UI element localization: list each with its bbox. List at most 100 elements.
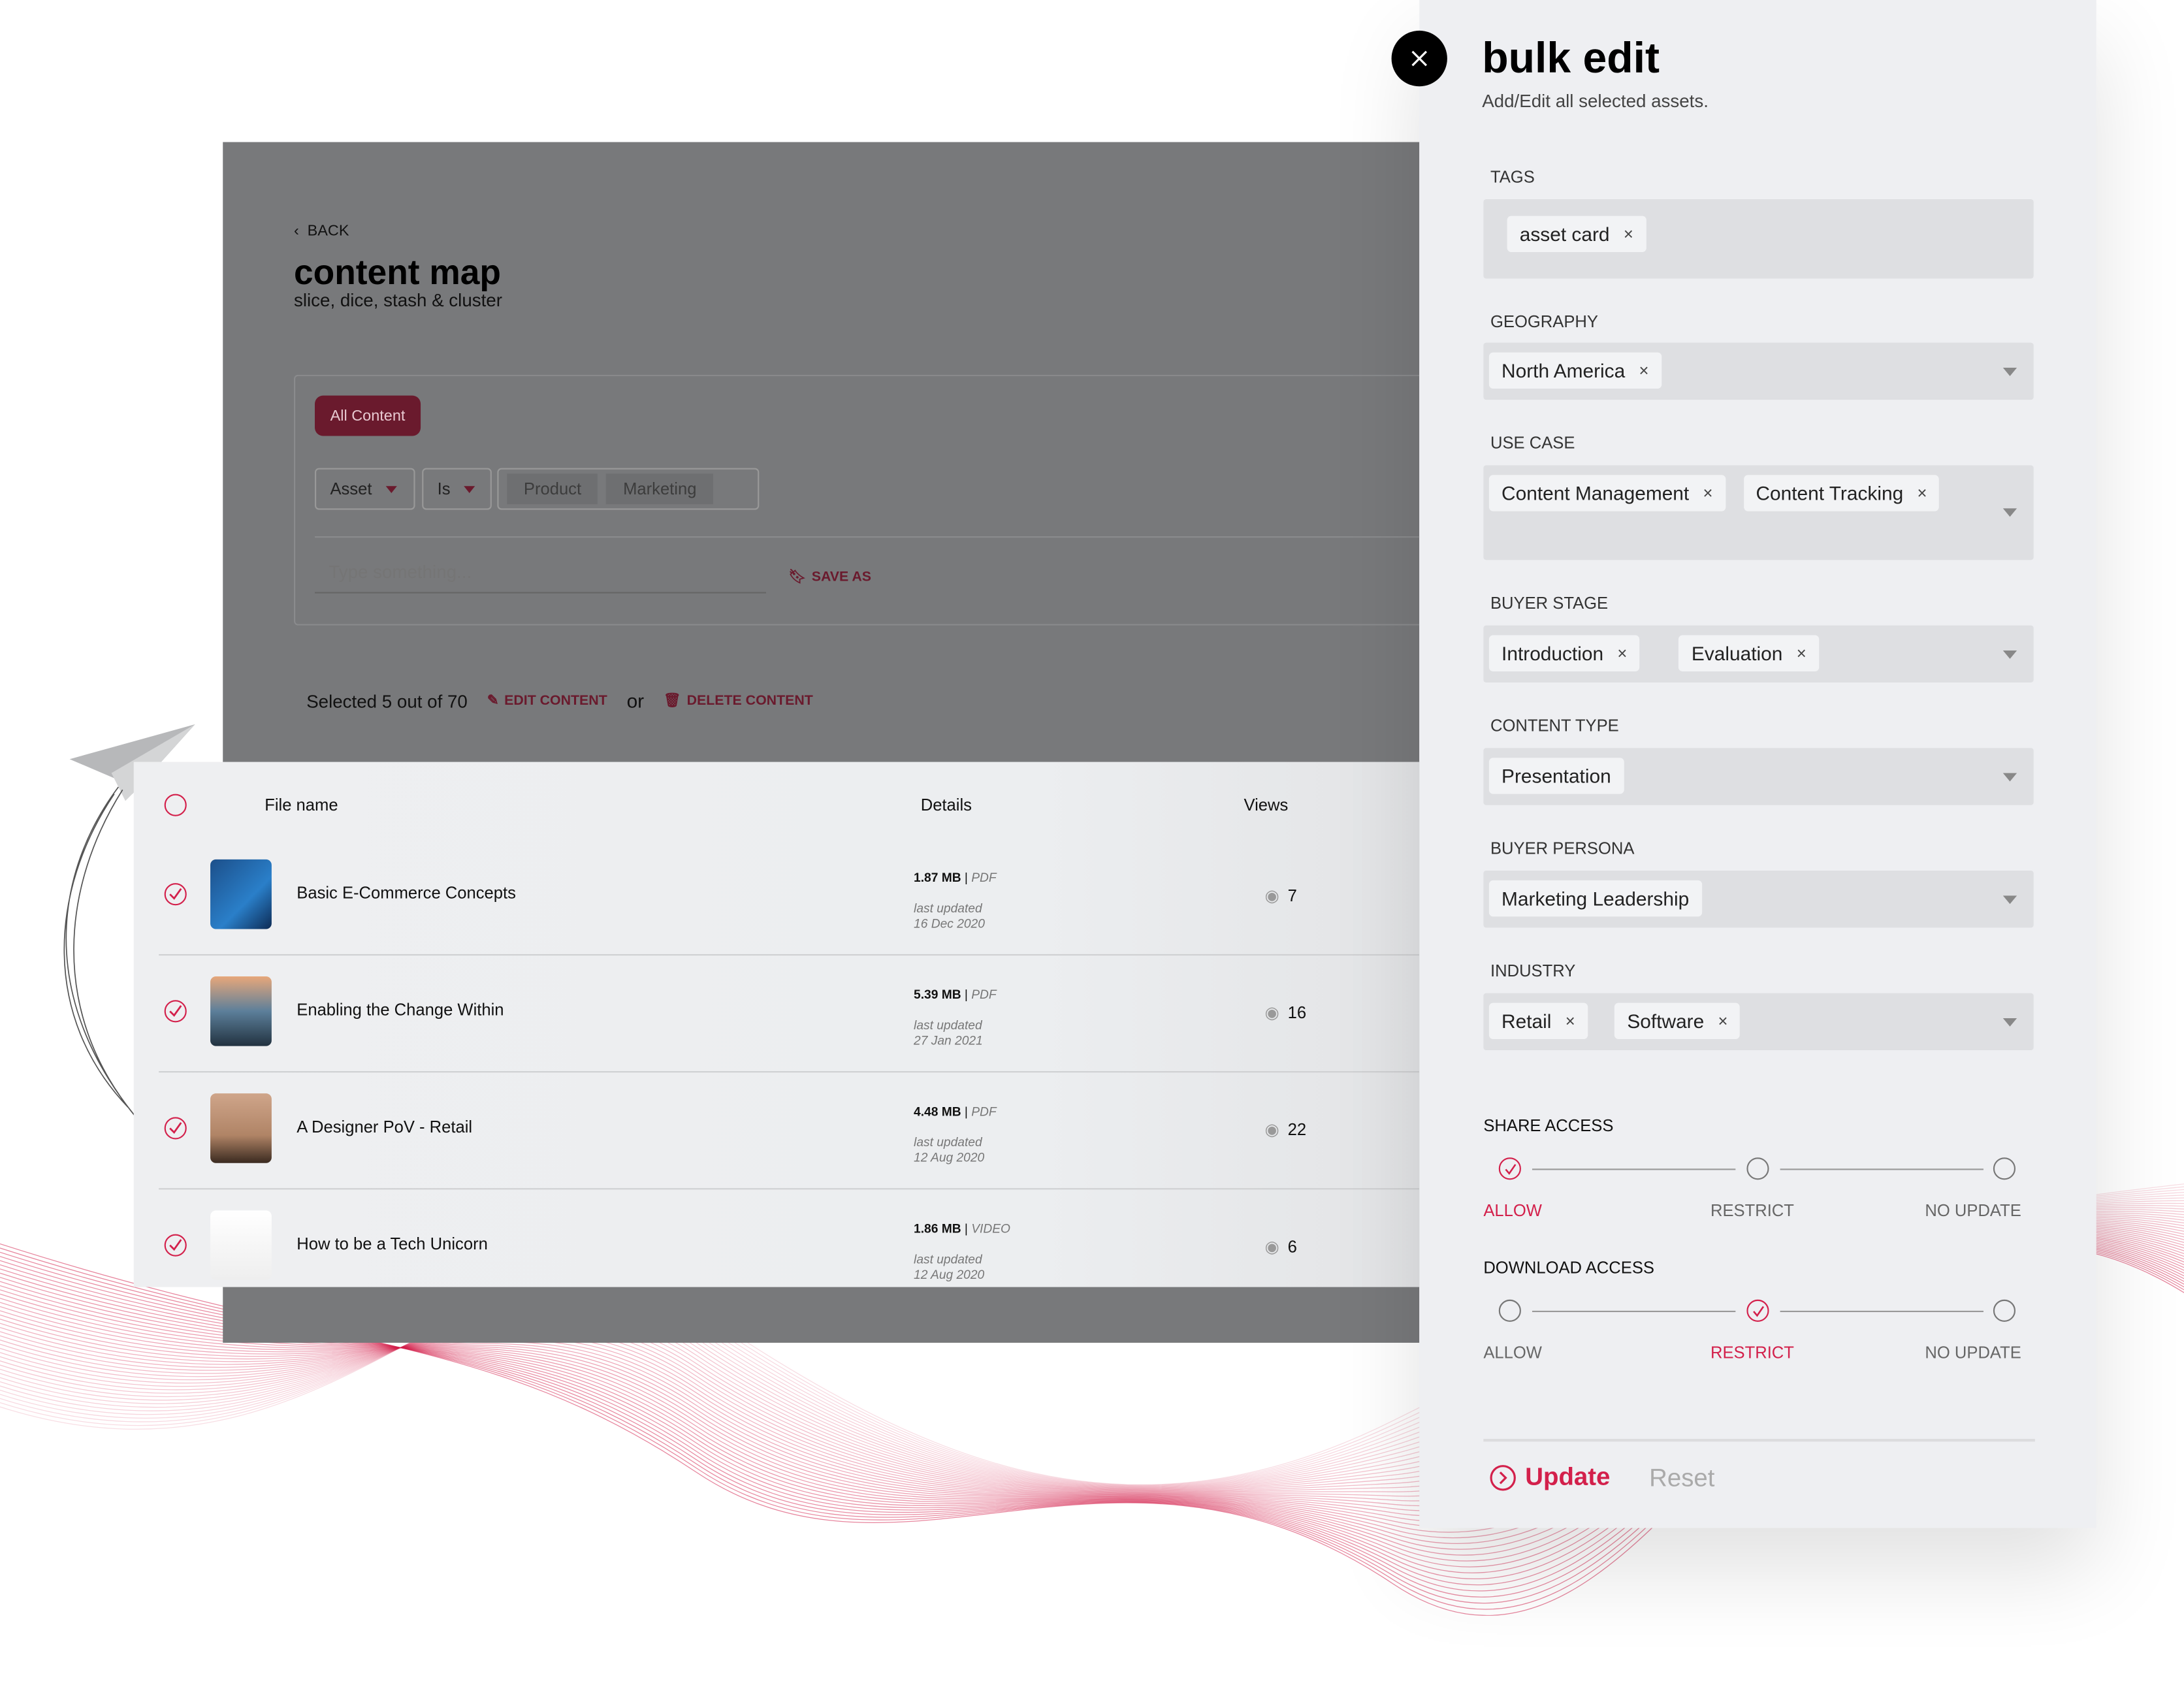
- industry-label: INDUSTRY: [1490, 961, 1576, 981]
- views-value: 16: [1287, 1003, 1307, 1023]
- check-icon: [169, 1239, 182, 1251]
- selection-bar: Selected 5 out of 70 ✎ EDIT CONTENT or 🗑︎…: [306, 690, 813, 712]
- file-type: PDF: [971, 870, 997, 885]
- save-as-button[interactable]: 🔖︎ SAVE AS: [788, 570, 871, 585]
- filter-chip[interactable]: Marketing: [606, 474, 714, 505]
- remove-chip-icon[interactable]: ×: [1617, 643, 1627, 663]
- field-value: Asset: [330, 479, 372, 499]
- tags-field[interactable]: asset card ×: [1483, 199, 2034, 279]
- updated-label: last updated: [914, 1252, 982, 1266]
- header-details: Details: [920, 795, 972, 815]
- radio-no-update[interactable]: [1993, 1299, 2016, 1322]
- industry-field[interactable]: Retail × Software ×: [1483, 993, 2034, 1051]
- option-label[interactable]: NO UPDATE: [1925, 1200, 2021, 1220]
- edit-content-button[interactable]: ✎ EDIT CONTENT: [487, 693, 607, 708]
- use-case-field[interactable]: Content Management × Content Tracking ×: [1483, 465, 2034, 560]
- filter-chip[interactable]: Product: [507, 474, 598, 505]
- back-link[interactable]: ‹ BACK: [294, 223, 349, 240]
- or-text: or: [626, 689, 645, 712]
- asset-thumbnail: [210, 976, 272, 1046]
- chevron-down-icon[interactable]: [2002, 508, 2017, 517]
- update-button[interactable]: Update: [1489, 1462, 1610, 1492]
- content-type-field[interactable]: Presentation: [1483, 748, 2034, 805]
- radio-allow[interactable]: [1498, 1299, 1521, 1322]
- row-checkbox[interactable]: [164, 1117, 187, 1140]
- field-select[interactable]: Asset: [314, 468, 415, 510]
- chevron-down-icon[interactable]: [2002, 895, 2017, 904]
- search-input[interactable]: [314, 551, 766, 594]
- geography-label: GEOGRAPHY: [1490, 312, 1598, 332]
- option-label[interactable]: ALLOW: [1483, 1343, 1542, 1362]
- eye-icon: ◉: [1264, 1119, 1279, 1140]
- operator-value: Is: [437, 479, 451, 499]
- remove-chip-icon[interactable]: ×: [1624, 224, 1633, 244]
- close-button[interactable]: [1391, 30, 1447, 87]
- save-as-label: SAVE AS: [811, 570, 872, 585]
- file-name[interactable]: A Designer PoV - Retail: [297, 1117, 472, 1136]
- option-label[interactable]: ALLOW: [1483, 1200, 1542, 1220]
- buyer-stage-field[interactable]: Introduction × Evaluation ×: [1483, 625, 2034, 683]
- option-label[interactable]: RESTRICT: [1710, 1200, 1794, 1220]
- remove-chip-icon[interactable]: ×: [1718, 1011, 1728, 1031]
- check-icon: [1752, 1305, 1763, 1317]
- track-line: [1532, 1310, 1736, 1313]
- chip-label: Presentation: [1502, 764, 1611, 787]
- updated-label: last updated: [914, 901, 982, 916]
- radio-no-update[interactable]: [1993, 1157, 2016, 1180]
- row-checkbox[interactable]: [164, 883, 187, 906]
- remove-chip-icon[interactable]: ×: [1797, 643, 1807, 663]
- check-icon: [169, 1005, 182, 1017]
- tag-chip: Marketing Leadership: [1488, 880, 1702, 917]
- asset-table: File name Details Views Basic E-Commerce…: [133, 762, 1420, 1287]
- check-icon: [169, 1122, 182, 1134]
- table-row[interactable]: Enabling the Change Within 5.39 MB | PDF…: [134, 953, 1419, 1070]
- remove-chip-icon[interactable]: ×: [1918, 483, 1927, 503]
- file-type: PDF: [971, 1104, 997, 1119]
- page-title: content map: [293, 253, 501, 293]
- radio-allow[interactable]: [1498, 1157, 1521, 1180]
- radio-restrict[interactable]: [1746, 1299, 1769, 1322]
- radio-restrict[interactable]: [1746, 1157, 1769, 1180]
- chevron-down-icon[interactable]: [2002, 1017, 2017, 1026]
- table-row[interactable]: Basic E-Commerce Concepts 1.87 MB | PDF l…: [134, 836, 1419, 953]
- chevron-down-icon[interactable]: [2002, 366, 2017, 376]
- buyer-persona-field[interactable]: Marketing Leadership: [1483, 870, 2034, 928]
- asset-details: 5.39 MB | PDF last updated 27 Jan 2021: [914, 988, 997, 1048]
- option-label[interactable]: RESTRICT: [1710, 1343, 1794, 1362]
- file-name[interactable]: Basic E-Commerce Concepts: [297, 883, 516, 903]
- tag-chip: asset card ×: [1507, 216, 1646, 253]
- tags-label: TAGS: [1490, 167, 1535, 187]
- delete-content-button[interactable]: 🗑︎ DELETE CONTENT: [664, 693, 813, 708]
- geography-field[interactable]: North America ×: [1483, 342, 2034, 400]
- remove-chip-icon[interactable]: ×: [1703, 483, 1713, 503]
- table-row[interactable]: A Designer PoV - Retail 4.48 MB | PDF las…: [134, 1070, 1419, 1187]
- row-checkbox[interactable]: [164, 1000, 187, 1023]
- option-label[interactable]: NO UPDATE: [1925, 1343, 2021, 1362]
- remove-chip-icon[interactable]: ×: [1639, 361, 1649, 380]
- file-size: 1.87 MB: [914, 870, 961, 885]
- tag-chip: Introduction ×: [1488, 635, 1640, 671]
- filter-values[interactable]: Product Marketing: [497, 468, 760, 510]
- chevron-down-icon[interactable]: [2002, 649, 2017, 658]
- views-value: 6: [1287, 1236, 1297, 1257]
- file-name[interactable]: Enabling the Change Within: [297, 1000, 504, 1020]
- view-count: ◉ 22: [1264, 1120, 1306, 1140]
- updated-label: last updated: [914, 1135, 982, 1149]
- chip-label: Introduction: [1502, 642, 1604, 665]
- reset-button[interactable]: Reset: [1649, 1464, 1714, 1493]
- chip-label: Software: [1627, 1010, 1705, 1033]
- download-access-label: DOWNLOAD ACCESS: [1483, 1257, 1655, 1277]
- tag-chip: Software ×: [1614, 1003, 1741, 1039]
- asset-details: 4.48 MB | PDF last updated 12 Aug 2020: [914, 1104, 997, 1165]
- pencil-icon: ✎: [487, 693, 499, 709]
- panel-subtitle: Add/Edit all selected assets.: [1482, 90, 1709, 112]
- tab-all-content[interactable]: All Content: [314, 395, 421, 436]
- chevron-down-icon[interactable]: [2002, 772, 2017, 781]
- table-row[interactable]: How to be a Tech Unicorn 1.86 MB | VIDEO…: [134, 1187, 1419, 1304]
- select-all-checkbox[interactable]: [164, 794, 187, 816]
- row-checkbox[interactable]: [164, 1234, 187, 1257]
- file-name[interactable]: How to be a Tech Unicorn: [297, 1234, 488, 1254]
- remove-chip-icon[interactable]: ×: [1566, 1011, 1575, 1031]
- operator-select[interactable]: Is: [422, 468, 492, 510]
- delete-content-label: DELETE CONTENT: [686, 693, 813, 709]
